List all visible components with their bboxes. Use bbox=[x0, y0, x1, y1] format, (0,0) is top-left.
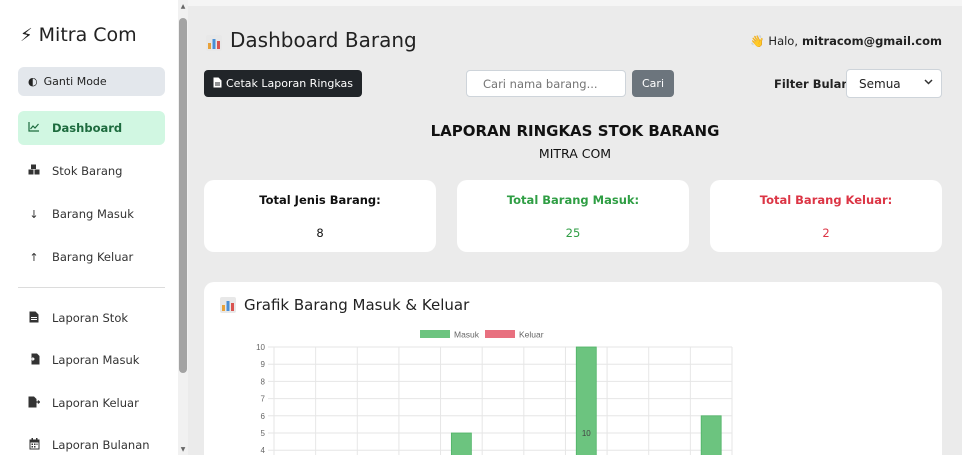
report-subtitle: MITRA COM bbox=[538, 146, 612, 161]
greeting-prefix: Halo, bbox=[768, 34, 799, 48]
file-icon bbox=[28, 311, 40, 326]
sidebar-item-laporan-masuk[interactable]: Laporan Masuk bbox=[18, 343, 165, 377]
legend-swatch-masuk bbox=[420, 330, 450, 338]
user-email: mitracom@gmail.com bbox=[802, 34, 942, 48]
stat-value: 8 bbox=[316, 226, 324, 240]
stat-label: Total Barang Masuk: bbox=[506, 193, 640, 207]
file-export-icon bbox=[28, 396, 41, 411]
filter-month-value: Semua bbox=[859, 76, 901, 91]
page-title-text: Dashboard Barang bbox=[230, 28, 417, 52]
calendar-icon bbox=[28, 437, 40, 453]
arrow-down-icon: ↓ bbox=[29, 207, 39, 221]
bolt-icon: ⚡ bbox=[20, 24, 33, 46]
stat-card-total-keluar: Total Barang Keluar: 2 bbox=[710, 180, 942, 252]
sidebar-item-dashboard[interactable]: Dashboard bbox=[18, 111, 165, 145]
chart-card: Grafik Barang Masuk & Keluar Masuk Keluar… bbox=[204, 282, 942, 455]
scroll-down-arrow-icon[interactable]: ▼ bbox=[178, 446, 188, 453]
brand-name: Mitra Com bbox=[38, 24, 137, 46]
contrast-icon: ◐ bbox=[28, 75, 38, 88]
sidebar-item-barang-keluar[interactable]: ↑ Barang Keluar bbox=[18, 240, 165, 274]
stat-card-total-jenis: Total Jenis Barang: 8 bbox=[204, 180, 436, 252]
bar-chart-icon bbox=[206, 32, 222, 51]
scroll-up-arrow-icon[interactable]: ▲ bbox=[178, 3, 188, 10]
bar-masuk bbox=[575, 346, 597, 455]
stat-value: 25 bbox=[565, 226, 581, 240]
stat-value: 2 bbox=[822, 226, 830, 240]
sidebar-item-barang-masuk[interactable]: ↓ Barang Masuk bbox=[18, 197, 165, 231]
y-tick-label: 4 bbox=[261, 446, 266, 455]
sidebar-item-laporan-keluar[interactable]: Laporan Keluar bbox=[18, 386, 165, 420]
legend-swatch-keluar bbox=[485, 330, 515, 338]
sidebar-item-label: Laporan Bulanan bbox=[52, 438, 150, 452]
report-title: LAPORAN RINGKAS STOK BARANG bbox=[430, 122, 720, 140]
print-report-label: Cetak Laporan Ringkas bbox=[226, 77, 353, 90]
arrow-up-icon: ↑ bbox=[29, 250, 39, 264]
sidebar: ⚡ Mitra Com ◐ Ganti Mode Dashboard Stok … bbox=[0, 0, 178, 455]
boxes-icon bbox=[28, 164, 40, 178]
data-label: 10 bbox=[582, 429, 591, 438]
file-import-icon bbox=[28, 353, 40, 368]
search-input[interactable] bbox=[466, 70, 626, 97]
page-title: Dashboard Barang bbox=[206, 28, 417, 52]
file-icon bbox=[213, 77, 222, 91]
stat-label: Total Jenis Barang: bbox=[259, 193, 381, 207]
stat-card-total-masuk: Total Barang Masuk: 25 bbox=[457, 180, 689, 252]
user-greeting: 👋 Halo, mitracom@gmail.com bbox=[750, 34, 942, 48]
scroll-thumb[interactable] bbox=[179, 18, 187, 373]
sidebar-item-laporan-bulanan[interactable]: Laporan Bulanan bbox=[18, 428, 165, 455]
sidebar-item-label: Laporan Keluar bbox=[52, 396, 139, 410]
toggle-mode-label: Ganti Mode bbox=[43, 75, 107, 88]
sidebar-item-stok-barang[interactable]: Stok Barang bbox=[18, 154, 165, 188]
toggle-mode-button[interactable]: ◐ Ganti Mode bbox=[18, 67, 165, 96]
y-tick-label: 8 bbox=[261, 377, 266, 386]
sidebar-item-label: Barang Keluar bbox=[52, 250, 134, 264]
legend-label-keluar: Keluar bbox=[519, 330, 544, 340]
bar-chart: Masuk Keluar 10 9 8 7 6 5 4 10 bbox=[256, 330, 733, 455]
sidebar-item-label: Laporan Stok bbox=[52, 311, 129, 325]
brand[interactable]: ⚡ Mitra Com bbox=[20, 24, 137, 46]
bar-masuk bbox=[450, 432, 472, 455]
print-report-button[interactable]: Cetak Laporan Ringkas bbox=[204, 70, 362, 97]
nav-divider bbox=[18, 287, 165, 288]
sidebar-scrollbar[interactable]: ▲ ▼ bbox=[178, 0, 188, 455]
y-tick-label: 6 bbox=[261, 412, 266, 421]
y-tick-label: 7 bbox=[261, 395, 266, 404]
filter-month-select[interactable]: Semua bbox=[846, 69, 942, 98]
legend-label-masuk: Masuk bbox=[454, 330, 480, 340]
sidebar-item-laporan-stok[interactable]: Laporan Stok bbox=[18, 301, 165, 335]
bar-masuk bbox=[700, 415, 722, 455]
sidebar-item-label: Dashboard bbox=[52, 121, 123, 135]
chevron-down-icon bbox=[924, 78, 933, 88]
main-content: Dashboard Barang 👋 Halo, mitracom@gmail.… bbox=[188, 0, 962, 455]
y-tick-label: 9 bbox=[261, 360, 266, 369]
sidebar-item-label: Barang Masuk bbox=[52, 207, 134, 221]
waving-hand-icon: 👋 bbox=[750, 34, 765, 48]
search-button[interactable]: Cari bbox=[632, 70, 674, 97]
y-tick-label: 10 bbox=[256, 343, 265, 352]
y-tick-label: 5 bbox=[261, 429, 266, 438]
sidebar-item-label: Stok Barang bbox=[52, 164, 123, 178]
top-strip bbox=[188, 0, 962, 6]
filter-month-label: Filter Bulan: bbox=[774, 77, 855, 91]
stat-label: Total Barang Keluar: bbox=[759, 193, 893, 207]
chart-line-icon bbox=[28, 121, 40, 135]
sidebar-item-label: Laporan Masuk bbox=[52, 353, 140, 367]
